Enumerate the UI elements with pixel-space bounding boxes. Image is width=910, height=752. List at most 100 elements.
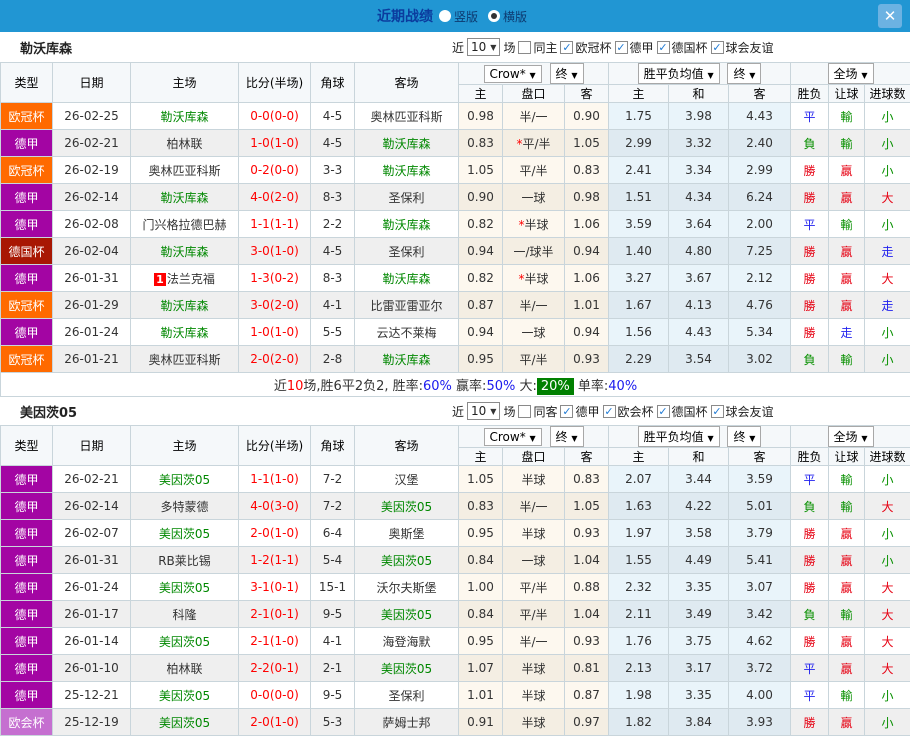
corners: 7-2: [311, 493, 355, 520]
match-date: 26-02-21: [53, 130, 131, 157]
match-count-select[interactable]: 10▼: [467, 402, 500, 420]
result-outcome: 勝: [791, 184, 829, 211]
odds-home: 1.05: [459, 466, 503, 493]
radio-vertical-layout[interactable]: 竖版: [439, 8, 478, 25]
col-away: 客场: [355, 426, 459, 466]
score: 3-0(2-0): [239, 292, 311, 319]
handicap: *半球: [503, 265, 565, 292]
match-row: 欧会杯25-12-19美因茨052-0(1-0)5-3萨姆士邦0.91半球0.9…: [1, 709, 910, 736]
handicap: 半球: [503, 466, 565, 493]
league-badge: 欧冠杯: [1, 103, 53, 130]
match-date: 26-01-31: [53, 547, 131, 574]
result-handicap: 輸: [829, 601, 865, 628]
corners: 5-4: [311, 547, 355, 574]
corners: 4-1: [311, 628, 355, 655]
odds-time-select[interactable]: 终 ▼: [550, 63, 584, 84]
avg-away: 5.34: [729, 319, 791, 346]
near-label: 近: [452, 39, 464, 56]
league-checkbox-1[interactable]: 德甲: [615, 39, 654, 56]
league-badge: 德甲: [1, 655, 53, 682]
result-handicap: 輸: [829, 346, 865, 373]
handicap: 一球: [503, 184, 565, 211]
odds-away: 1.01: [565, 292, 609, 319]
away-team: 萨姆士邦: [355, 709, 459, 736]
avg-draw: 3.64: [669, 211, 729, 238]
sub-col-outcome: 胜负: [791, 85, 829, 103]
fulltime-select[interactable]: 全场 ▼: [828, 426, 874, 447]
league-checkbox-0[interactable]: 欧冠杯: [560, 39, 611, 56]
result-outcome: 勝: [791, 520, 829, 547]
match-row: 欧冠杯26-02-25勒沃库森0-0(0-0)4-5奥林匹亚科斯0.98半/一0…: [1, 103, 910, 130]
away-team: 海登海默: [355, 628, 459, 655]
close-button[interactable]: ✕: [878, 4, 902, 28]
result-goals: 小: [865, 466, 910, 493]
games-label: 场: [503, 39, 515, 56]
avg-draw: 4.22: [669, 493, 729, 520]
handicap: 一球: [503, 319, 565, 346]
result-goals: 大: [865, 184, 910, 211]
league-badge: 德甲: [1, 682, 53, 709]
handicap: 一/球半: [503, 238, 565, 265]
match-row: 欧冠杯26-02-19奥林匹亚科斯0-2(0-0)3-3勒沃库森1.05平/半0…: [1, 157, 910, 184]
away-team: 美因茨05: [355, 547, 459, 574]
bookmaker-select[interactable]: Crow* ▼: [484, 428, 542, 446]
odds-away: 0.93: [565, 346, 609, 373]
fulltime-group-header: 全场 ▼: [791, 63, 910, 85]
league-checkbox-2[interactable]: 德国杯: [657, 403, 708, 420]
result-handicap: 走: [829, 319, 865, 346]
avg-home: 1.97: [609, 520, 669, 547]
league-badge: 德甲: [1, 601, 53, 628]
result-outcome: 負: [791, 346, 829, 373]
match-count-select[interactable]: 10▼: [467, 38, 500, 56]
league-checkbox-0[interactable]: 德甲: [560, 403, 599, 420]
same-home-checkbox[interactable]: 同主: [518, 39, 557, 56]
bookmaker-select[interactable]: Crow* ▼: [484, 65, 542, 83]
col-home: 主场: [131, 63, 239, 103]
result-handicap: 贏: [829, 184, 865, 211]
league-checkbox-3[interactable]: 球会友谊: [711, 39, 774, 56]
league-checkbox-1[interactable]: 欧会杯: [603, 403, 654, 420]
corners: 8-3: [311, 265, 355, 292]
result-goals: 小: [865, 346, 910, 373]
match-row: 德甲25-12-21美因茨050-0(0-0)9-5圣保利1.01半球0.871…: [1, 682, 910, 709]
avg-draw: 3.35: [669, 682, 729, 709]
result-goals: 小: [865, 547, 910, 574]
league-checkbox-2[interactable]: 德国杯: [657, 39, 708, 56]
mean-select[interactable]: 胜平负均值 ▼: [638, 426, 720, 447]
avg-away: 3.42: [729, 601, 791, 628]
sub-col-handicap-result: 让球: [829, 448, 865, 466]
fulltime-select[interactable]: 全场 ▼: [828, 63, 874, 84]
avg-draw: 3.32: [669, 130, 729, 157]
odds-time-select[interactable]: 终 ▼: [550, 426, 584, 447]
result-goals: 大: [865, 265, 910, 292]
home-team: 柏林联: [131, 130, 239, 157]
league-badge: 德甲: [1, 493, 53, 520]
odds-away: 0.94: [565, 319, 609, 346]
corners: 2-8: [311, 346, 355, 373]
avg-away: 2.00: [729, 211, 791, 238]
mean-time-select[interactable]: 终 ▼: [727, 63, 761, 84]
handicap: 平/半: [503, 346, 565, 373]
result-outcome: 平: [791, 211, 829, 238]
league-checkbox-3[interactable]: 球会友谊: [711, 403, 774, 420]
result-handicap: 贏: [829, 628, 865, 655]
filter-bar: 近 10▼ 场 同主 欧冠杯 德甲 德国杯 球会友谊: [452, 38, 774, 56]
mean-select[interactable]: 胜平负均值 ▼: [638, 63, 720, 84]
mean-time-select[interactable]: 终 ▼: [727, 426, 761, 447]
sub-col-odds-home: 主: [459, 448, 503, 466]
match-date: 25-12-21: [53, 682, 131, 709]
col-date: 日期: [53, 426, 131, 466]
page-title: 近期战绩: [377, 6, 433, 26]
red-card-badge: 1: [154, 273, 166, 286]
avg-away: 3.79: [729, 520, 791, 547]
handicap: 半球: [503, 520, 565, 547]
odds-away: 0.87: [565, 682, 609, 709]
same-away-checkbox[interactable]: 同客: [518, 403, 557, 420]
avg-away: 3.59: [729, 466, 791, 493]
handicap: 一球: [503, 547, 565, 574]
league-badge: 德甲: [1, 628, 53, 655]
result-goals: 大: [865, 574, 910, 601]
away-team: 勒沃库森: [355, 157, 459, 184]
handicap: 平/半: [503, 574, 565, 601]
radio-horizontal-layout[interactable]: 横版: [488, 8, 527, 25]
